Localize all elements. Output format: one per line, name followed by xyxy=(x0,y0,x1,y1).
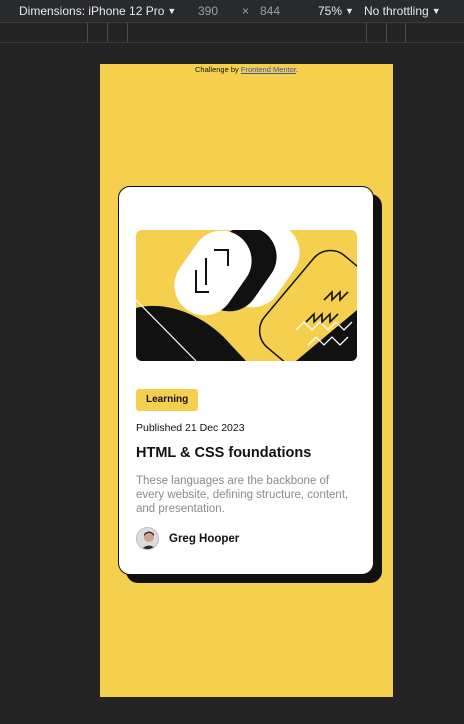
devtools-device-toolbar: Dimensions: iPhone 12 Pro ▼ 390 × 844 75%… xyxy=(0,0,464,23)
author-name: Greg Hooper xyxy=(169,532,240,545)
attribution-prefix: Challenge by xyxy=(195,65,239,74)
caret-down-icon: ▼ xyxy=(345,6,354,16)
caret-down-icon: ▼ xyxy=(431,6,441,16)
device-dropdown[interactable]: Dimensions: iPhone 12 Pro ▼ xyxy=(19,4,176,18)
media-query-ruler[interactable] xyxy=(0,23,464,43)
width-input[interactable]: 390 xyxy=(198,4,218,18)
card-description: These languages are the backbone of ever… xyxy=(136,475,349,515)
ruler-tick xyxy=(127,23,128,42)
blog-illustration xyxy=(136,230,357,361)
author: Greg Hooper xyxy=(136,527,239,550)
frontend-mentor-link[interactable]: Frontend Mentor xyxy=(241,65,296,74)
times-icon: × xyxy=(242,4,250,18)
card-title[interactable]: HTML & CSS foundations xyxy=(136,445,311,461)
blog-preview-card: Learning Published 21 Dec 2023 HTML & CS… xyxy=(118,186,374,575)
height-input[interactable]: 844 xyxy=(260,4,280,18)
ruler-tick xyxy=(87,23,88,42)
throttling-dropdown[interactable]: No throttling ▼ xyxy=(364,4,441,18)
attribution: Challenge by Frontend Mentor. xyxy=(100,65,393,74)
avatar-portrait-icon xyxy=(137,528,158,549)
ruler-tick xyxy=(107,23,108,42)
zoom-dropdown[interactable]: 75% ▼ xyxy=(318,4,354,18)
device-viewport: Challenge by Frontend Mentor. Learning P… xyxy=(100,64,393,697)
category-tag: Learning xyxy=(136,389,199,411)
attribution-suffix: . xyxy=(295,65,298,74)
zoom-label: 75% xyxy=(318,4,343,18)
ruler-tick xyxy=(405,23,406,42)
caret-down-icon: ▼ xyxy=(167,6,177,16)
ruler-tick xyxy=(386,23,387,42)
ruler-tick xyxy=(366,23,367,42)
device-dropdown-label: Dimensions: iPhone 12 Pro xyxy=(19,4,165,18)
avatar xyxy=(136,527,159,550)
published-date: Published 21 Dec 2023 xyxy=(136,422,245,434)
throttling-label: No throttling xyxy=(364,4,429,18)
